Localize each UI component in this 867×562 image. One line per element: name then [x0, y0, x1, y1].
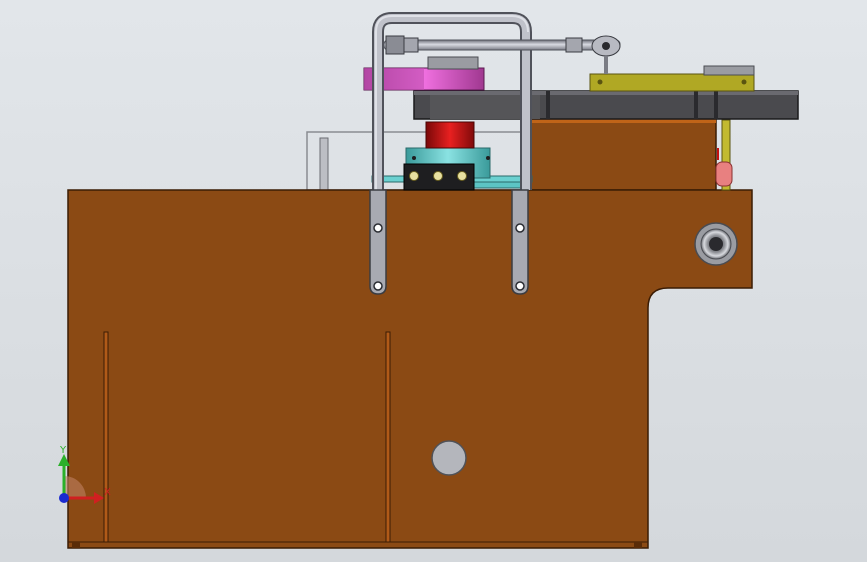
- center-rib[interactable]: [385, 331, 391, 543]
- red-cylinder[interactable]: [425, 121, 475, 149]
- top-beam[interactable]: [413, 90, 799, 120]
- main-frame-body[interactable]: [67, 189, 753, 549]
- tube-nut-left[interactable]: [385, 35, 405, 55]
- right-bracket[interactable]: [511, 189, 529, 295]
- upper-housing[interactable]: [527, 118, 717, 191]
- olive-bar[interactable]: [589, 65, 755, 92]
- left-bracket[interactable]: [369, 189, 387, 295]
- cad-viewport[interactable]: Y X: [0, 0, 867, 562]
- x-axis-label: X: [104, 487, 111, 498]
- tube-nut-right[interactable]: [565, 37, 583, 53]
- y-axis-label: Y: [59, 445, 67, 456]
- right-rod[interactable]: [715, 119, 733, 191]
- left-rib[interactable]: [103, 331, 109, 543]
- side-port[interactable]: [694, 222, 738, 266]
- model-drawing: Y X: [58, 12, 799, 549]
- lower-hole[interactable]: [431, 440, 467, 476]
- z-axis-dot: [59, 493, 69, 503]
